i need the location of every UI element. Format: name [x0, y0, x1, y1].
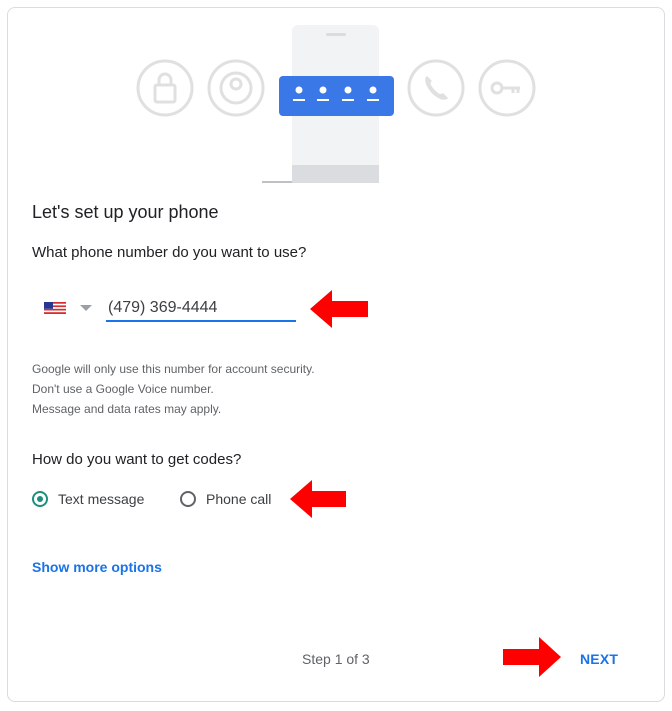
rates-note: Message and data rates may apply.	[32, 402, 222, 416]
key-icon	[478, 59, 536, 117]
step-indicator: Step 1 of 3	[302, 651, 370, 667]
security-note: Google will only use this number for acc…	[32, 362, 315, 376]
phone-question: What phone number do you want to use?	[32, 244, 307, 261]
phone-icon	[407, 59, 465, 117]
phone-call-option[interactable]: Phone call	[180, 488, 271, 510]
radio-selected[interactable]	[32, 491, 48, 507]
chevron-down-icon	[80, 305, 92, 311]
text-message-option[interactable]: Text message	[32, 488, 144, 510]
us-flag-icon	[44, 302, 66, 314]
codes-question: How do you want to get codes?	[32, 451, 242, 468]
phone-number-input[interactable]	[106, 296, 296, 322]
voice-note: Don't use a Google Voice number.	[32, 382, 214, 396]
pin-dots-icon	[279, 76, 394, 116]
page-title: Let's set up your phone	[32, 202, 219, 222]
country-selector[interactable]	[44, 300, 100, 316]
next-button[interactable]: NEXT	[580, 651, 618, 667]
text-message-label: Text message	[58, 491, 145, 507]
annotation-arrow-right	[503, 637, 561, 677]
account-icon	[207, 59, 265, 117]
lock-icon	[136, 59, 194, 117]
annotation-arrow-left	[290, 480, 346, 518]
hero-illustration	[136, 25, 536, 183]
show-more-options-link[interactable]: Show more options	[32, 559, 162, 575]
annotation-arrow-left	[310, 290, 368, 328]
phone-call-label: Phone call	[206, 491, 272, 507]
radio-unselected[interactable]	[180, 491, 196, 507]
